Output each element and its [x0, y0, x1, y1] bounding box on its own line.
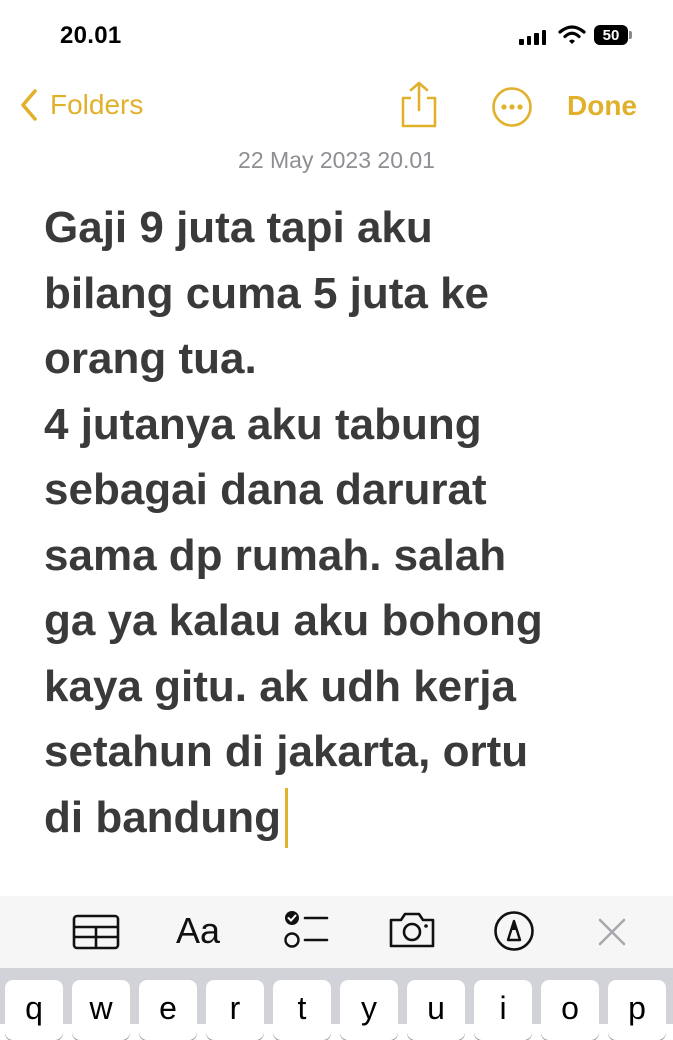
share-icon[interactable] — [399, 80, 439, 130]
camera-icon[interactable] — [387, 910, 437, 950]
table-icon[interactable] — [72, 914, 120, 950]
markup-pen-icon[interactable] — [493, 910, 535, 952]
key-o[interactable]: o — [541, 980, 599, 1040]
note-body[interactable]: Gaji 9 juta tapi aku bilang cuma 5 juta … — [44, 195, 644, 850]
close-icon[interactable] — [597, 917, 627, 947]
more-options-icon[interactable] — [491, 86, 533, 128]
back-to-folders-button[interactable]: Folders — [20, 88, 143, 122]
key-u[interactable]: u — [407, 980, 465, 1040]
key-i[interactable]: i — [474, 980, 532, 1040]
note-line: 4 jutanya aku tabung — [44, 399, 482, 449]
note-line: kaya gitu. ak udh kerja — [44, 661, 516, 711]
note-line: Gaji 9 juta tapi aku — [44, 203, 433, 252]
note-line: sama dp rumah. salah — [44, 530, 507, 580]
status-time: 20.01 — [60, 22, 122, 49]
back-label: Folders — [50, 89, 144, 120]
key-q[interactable]: q — [5, 980, 63, 1040]
note-line: setahun di jakarta, ortu — [44, 727, 529, 776]
note-line: ga ya kalau aku bohong — [44, 596, 543, 645]
keyboard: q w e r t y u i o p — [0, 968, 673, 1040]
note-line: bilang cuma 5 juta ke — [44, 268, 490, 318]
key-w[interactable]: w — [72, 980, 130, 1040]
battery-indicator: 50 — [594, 25, 628, 45]
key-p[interactable]: p — [608, 980, 666, 1040]
note-line: di bandung — [44, 792, 282, 842]
note-line: sebagai dana darurat — [44, 465, 487, 514]
note-date: 22 May 2023 20.01 — [238, 147, 435, 173]
text-format-button[interactable]: Aa — [176, 910, 220, 952]
wifi-icon — [558, 25, 586, 44]
key-r[interactable]: r — [206, 980, 264, 1040]
key-t[interactable]: t — [273, 980, 331, 1040]
cellular-signal-icon — [519, 30, 546, 45]
text-cursor — [285, 787, 289, 848]
battery-cap — [629, 31, 632, 39]
checklist-icon[interactable] — [283, 908, 331, 952]
note-last-line: di bandung — [44, 785, 644, 851]
note-line: orang tua. — [44, 334, 257, 383]
key-y[interactable]: y — [340, 980, 398, 1040]
key-e[interactable]: e — [139, 980, 197, 1040]
formatting-toolbar: Aa — [0, 896, 673, 968]
chevron-left-icon — [21, 89, 37, 121]
done-button[interactable]: Done — [567, 90, 637, 122]
